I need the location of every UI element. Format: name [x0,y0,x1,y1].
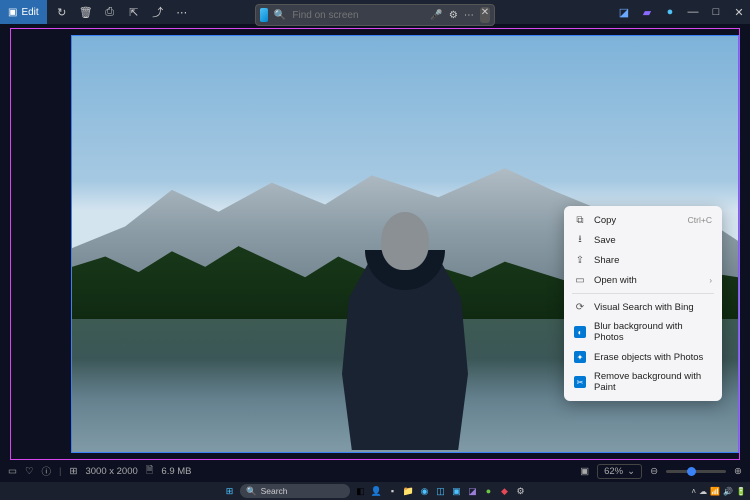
ctx-copy[interactable]: ⧉ Copy Ctrl+C [568,210,718,230]
app1-icon[interactable]: ◪ [613,1,635,23]
dimensions-value: 3000 x 2000 [85,466,137,477]
ctx-share[interactable]: ⇪ Share [568,250,718,270]
edit-label: Edit [21,7,38,18]
info-icon[interactable]: ⓘ [42,464,52,478]
delete-icon[interactable]: 🗑 [75,1,97,23]
mic-icon[interactable]: 🎤 [430,10,442,21]
ctx-visual-search[interactable]: ⟳ Visual Search with Bing [568,297,718,317]
app3-icon[interactable]: ● [659,1,681,23]
ctx-label: Copy [594,215,680,226]
zoom-out-icon[interactable]: ⊖ [650,466,658,477]
gallery-icon[interactable]: ▭ [8,466,17,477]
wifi-icon[interactable]: 📶 [710,487,720,496]
filesize-value: 6.9 MB [161,466,191,477]
toolbar-icons: ↻ 🗑 ⎙ ⇱ ⤴ ⋯ [51,1,193,23]
ctx-label: Save [594,235,712,246]
copy-icon: ⧉ [574,214,586,226]
copilot-icon [260,8,268,22]
rotate-icon[interactable]: ↻ [51,1,73,23]
close-search-icon[interactable]: ✕ [480,7,490,23]
taskbar-search-label: Search [261,486,288,496]
ctx-shortcut: Ctrl+C [688,215,712,225]
taskbar-search[interactable]: 🔍 Search [240,484,350,498]
store-icon[interactable]: ◫ [433,484,448,499]
taskbar: ⊞ 🔍 Search ◧ 👤 ▪ 📁 ◉ ◫ ▣ ◪ ● ◆ ⚙ ˄ ☁ 📶 🔊 … [0,482,750,500]
ctx-remove-bg[interactable]: ✂ Remove background with Paint [568,367,718,397]
ctx-open-with[interactable]: ▭ Open with › [568,270,718,290]
chevron-down-icon: ⌄ [627,466,635,477]
volume-icon[interactable]: 🔊 [723,487,733,496]
zoom-in-icon[interactable]: ⊕ [734,466,742,477]
battery-icon[interactable]: 🔋 [736,487,746,496]
zoom-selector[interactable]: 62% ⌄ [597,464,642,479]
erase-icon: ✦ [574,351,586,363]
ctx-separator [572,293,714,294]
close-button[interactable]: ✕ [728,1,750,23]
ctx-erase[interactable]: ✦ Erase objects with Photos [568,347,718,367]
favorite-icon[interactable]: ♡ [25,466,34,477]
print-icon[interactable]: ⎙ [99,1,121,23]
zoom-value: 62% [604,466,623,477]
ctx-blur-bg[interactable]: ◐ Blur background with Photos [568,317,718,347]
zoom-slider[interactable] [666,470,726,473]
openwith-icon: ▭ [574,274,586,286]
ctx-save[interactable]: ⭳ Save [568,230,718,250]
start-button[interactable]: ⊞ [222,484,237,499]
cloud-icon[interactable]: ☁ [699,487,707,496]
ctx-label: Visual Search with Bing [594,302,712,313]
app2-icon[interactable]: ▰ [636,1,658,23]
edge-icon[interactable]: ◉ [417,484,432,499]
search-bar[interactable]: 🔍 🎤 ⚙ ⋯ ✕ [255,4,495,26]
settings-icon[interactable]: ⚙ [513,484,528,499]
edit-button[interactable]: ▣ Edit [0,0,47,24]
paint-icon: ✂ [574,376,586,388]
window-controls: ◪ ▰ ● — □ ✕ [613,1,750,23]
xbox-icon[interactable]: ● [481,484,496,499]
maximize-button[interactable]: □ [705,1,727,23]
status-bar: ▭ ♡ ⓘ | ⊞ 3000 x 2000 🗎 6.9 MB ▣ 62%⌄ ⊖ … [0,460,750,482]
save-icon: ⭳ [574,234,586,246]
ctx-label: Share [594,255,712,266]
search-icon: 🔍 [246,486,257,497]
export-icon[interactable]: ⇱ [123,1,145,23]
more-icon[interactable]: ⋯ [171,1,193,23]
blur-icon: ◐ [574,326,586,338]
dimensions-icon: ⊞ [70,466,78,477]
more-search-icon[interactable]: ⋯ [464,10,474,21]
share-icon: ⇪ [574,254,586,266]
ctx-label: Remove background with Paint [594,371,712,393]
explorer-icon[interactable]: 📁 [401,484,416,499]
terminal-icon[interactable]: ▪ [385,484,400,499]
ctx-label: Erase objects with Photos [594,352,712,363]
filesize-icon: 🗎 [146,463,154,479]
chevron-right-icon: › [709,276,712,285]
ctx-label: Blur background with Photos [594,321,712,343]
app-icon[interactable]: ◆ [497,484,512,499]
search-input[interactable] [292,10,424,21]
settings-icon[interactable]: ⚙ [449,10,458,21]
photos-icon[interactable]: ▣ [449,484,464,499]
task-view-icon[interactable]: ◧ [353,484,368,499]
tray-chevron-icon[interactable]: ˄ [691,487,696,496]
fit-icon[interactable]: ▣ [580,466,589,477]
teams-icon[interactable]: ◪ [465,484,480,499]
minimize-button[interactable]: — [682,1,704,23]
app-icon[interactable]: 👤 [369,484,384,499]
bing-icon: ⟳ [574,301,586,313]
context-menu: ⧉ Copy Ctrl+C ⭳ Save ⇪ Share ▭ Open with › ⟳ Vi… [564,206,722,401]
share-icon[interactable]: ⤴ [147,1,169,23]
ctx-label: Open with [594,275,701,286]
photos-icon: ▣ [8,7,17,18]
system-tray[interactable]: ˄ ☁ 📶 🔊 🔋 [691,487,746,496]
search-icon: 🔍 [274,10,286,21]
